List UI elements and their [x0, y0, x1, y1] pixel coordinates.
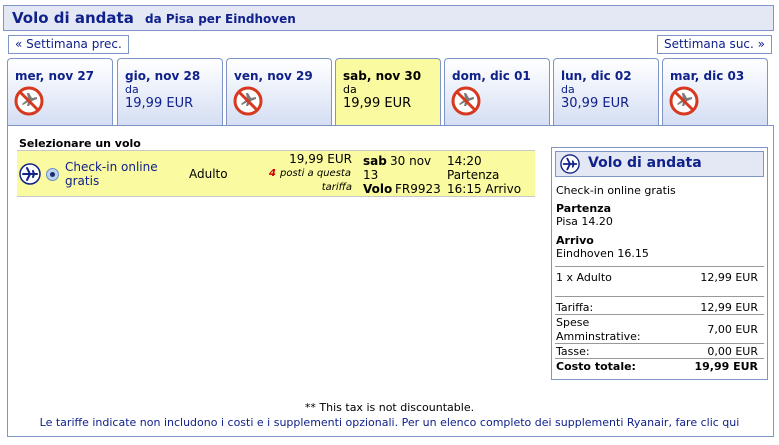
- departure-label: Partenza: [556, 202, 611, 215]
- from-label: da: [343, 83, 357, 96]
- day-label: mar, dic 03: [670, 69, 745, 83]
- flight-price: 19,99 EUR: [289, 152, 352, 166]
- flight-option-row[interactable]: Check-in online gratis Adulto 19,99 EUR …: [17, 150, 535, 197]
- flight-day: sab: [363, 154, 387, 168]
- page-title: Volo di andata: [12, 9, 134, 27]
- divider: [555, 314, 764, 315]
- day-tab[interactable]: gio, nov 28 da 19,99 EUR: [117, 58, 223, 126]
- day-label: sab, nov 30: [343, 69, 422, 83]
- no-flight-icon: [669, 86, 699, 116]
- day-label: dom, dic 01: [452, 69, 531, 83]
- divider: [555, 296, 764, 297]
- arrive-info: 16:15 Arrivo: [447, 182, 522, 196]
- from-label: da: [125, 83, 139, 96]
- tasse-value: 0,00 EUR: [707, 345, 758, 358]
- fare-name-line1[interactable]: Check-in online: [65, 160, 158, 174]
- summary-fare-type: Check-in online gratis: [556, 184, 676, 197]
- next-week-button[interactable]: Settimana suc. »: [657, 35, 772, 54]
- seats-count: 4: [269, 168, 276, 179]
- day-tab[interactable]: lun, dic 02 da 30,99 EUR: [553, 58, 659, 126]
- tax-footnote: ** This tax is not discountable.: [304, 401, 475, 414]
- no-flight-icon: [451, 86, 481, 116]
- radio-dot: [50, 172, 55, 177]
- day-label: lun, dic 02: [561, 69, 632, 83]
- airplane-icon: [19, 163, 41, 185]
- arrival-value: Eindhoven 16.15: [556, 247, 649, 260]
- arrival-label: Arrivo: [556, 234, 594, 247]
- day-price: 30,99 EUR: [561, 96, 630, 111]
- divider: [555, 266, 764, 267]
- fare-radio[interactable]: [46, 168, 59, 181]
- day-tab-selected[interactable]: sab, nov 30 da 19,99 EUR: [335, 58, 441, 126]
- flight-date-line1: 30 nov: [390, 154, 432, 168]
- select-flight-heading: Selezionare un volo: [19, 137, 141, 150]
- tasse-label: Tasse:: [556, 345, 590, 358]
- from-label: da: [561, 83, 575, 96]
- summary-title: Volo di andata: [588, 155, 702, 171]
- seats-text-line2: tariffa: [321, 182, 352, 193]
- day-price: 19,99 EUR: [125, 96, 194, 111]
- no-flight-icon: [233, 86, 263, 116]
- depart-time: 14:20: [447, 154, 482, 168]
- total-label: Costo totale:: [556, 360, 636, 373]
- pax-value: 12,99 EUR: [700, 271, 758, 284]
- pax-label: 1 x Adulto: [556, 271, 612, 284]
- flight-number: FR9923: [395, 182, 441, 196]
- spese-label-line1: Spese: [556, 316, 590, 329]
- route-subtitle: da Pisa per Eindhoven: [145, 12, 296, 26]
- divider: [555, 343, 764, 344]
- flight-date-line2: 13: [363, 168, 379, 182]
- day-label: ven, nov 29: [234, 69, 313, 83]
- fare-name-line2[interactable]: gratis: [65, 174, 99, 188]
- day-tab[interactable]: mar, dic 03: [662, 58, 768, 126]
- flight-label: Volo: [363, 182, 393, 196]
- departure-value: Pisa 14.20: [556, 215, 613, 228]
- spese-label-line2: Amminstrative:: [556, 330, 641, 343]
- day-label: mer, nov 27: [15, 69, 95, 83]
- no-flight-icon: [14, 86, 44, 116]
- airplane-icon: [560, 154, 580, 174]
- booking-summary: Volo di andata Check-in online gratis Pa…: [551, 147, 768, 380]
- tariffa-label: Tariffa:: [556, 301, 594, 314]
- passenger-type: Adulto: [189, 167, 228, 181]
- tariffa-value: 12,99 EUR: [700, 301, 758, 314]
- day-tab[interactable]: ven, nov 29: [226, 58, 332, 126]
- prev-week-button[interactable]: « Settimana prec.: [8, 35, 129, 54]
- day-tabs: mer, nov 27 gio, nov 28 da 19,99 EUR ven…: [7, 58, 774, 126]
- seats-text-line1: posti a questa: [280, 168, 351, 179]
- spese-value: 7,00 EUR: [707, 323, 758, 336]
- summary-header: Volo di andata: [555, 151, 764, 177]
- day-tab[interactable]: dom, dic 01: [444, 58, 550, 126]
- title-bar: Volo di andata da Pisa per Eindhoven: [3, 5, 774, 31]
- divider: [555, 358, 764, 359]
- total-value: 19,99 EUR: [694, 360, 758, 373]
- day-label: gio, nov 28: [125, 69, 201, 83]
- day-tab[interactable]: mer, nov 27: [7, 58, 113, 126]
- depart-label: Partenza: [447, 168, 500, 182]
- supplements-link[interactable]: Le tariffe indicate non includono i cost…: [0, 416, 779, 429]
- day-price: 19,99 EUR: [343, 96, 412, 111]
